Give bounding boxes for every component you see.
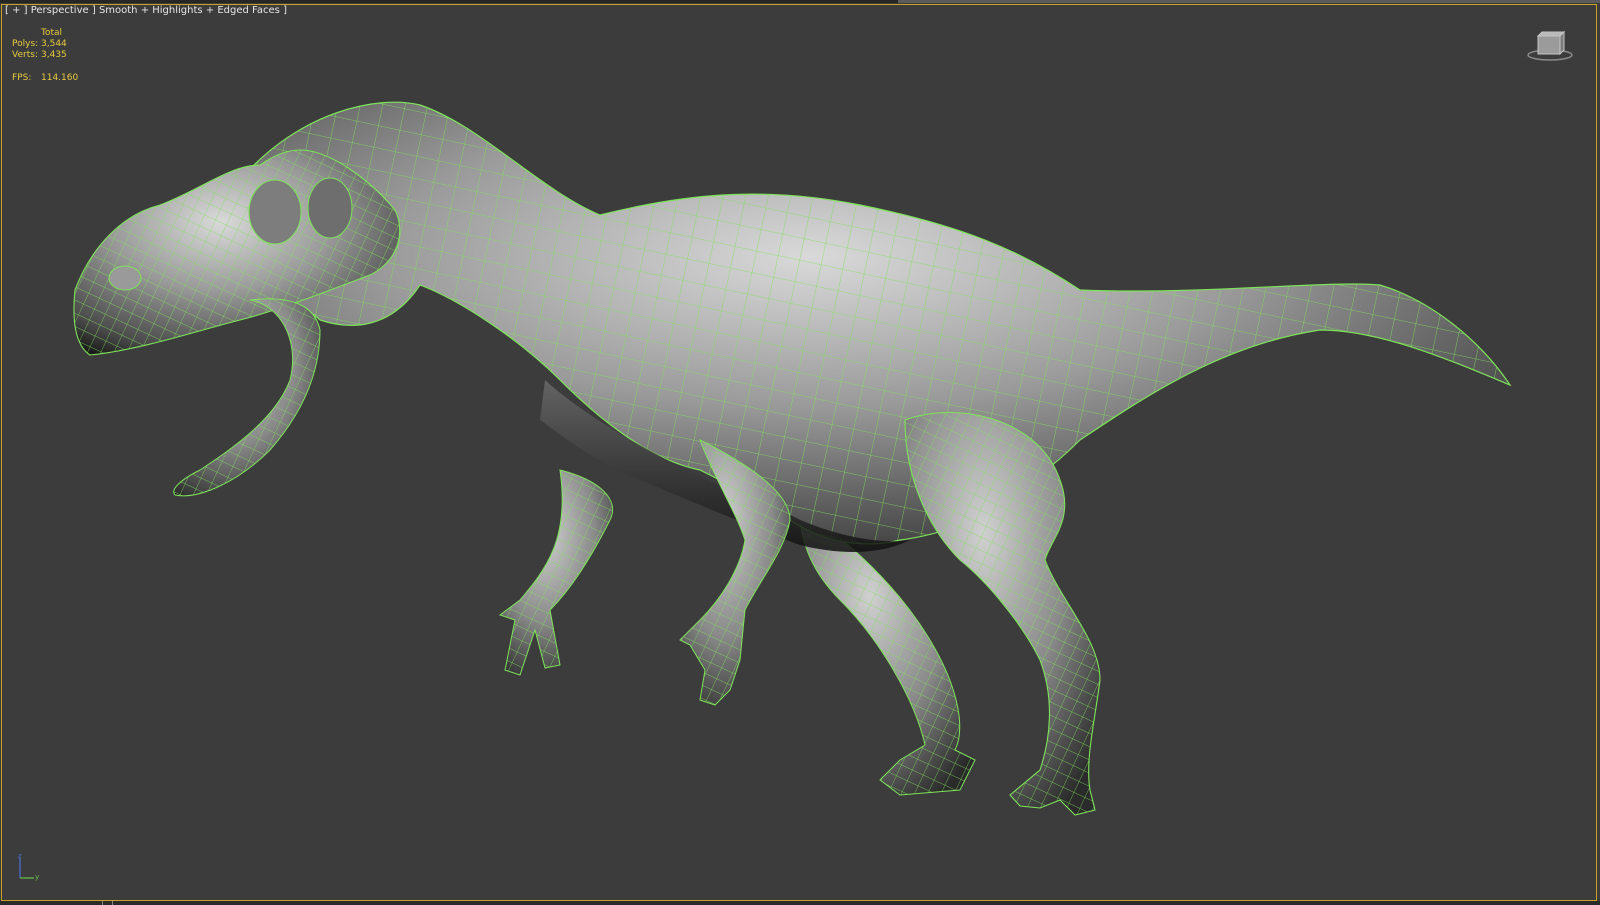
far-hind-leg [799, 509, 976, 796]
dinosaur-body [239, 101, 1512, 552]
dinosaur-mesh[interactable] [0, 0, 1600, 905]
stat-polys-value: 3,544 [41, 39, 67, 49]
viewcube-icon[interactable] [1527, 28, 1573, 62]
stat-fps-label: FPS: [12, 73, 32, 83]
stat-fps-value: 114.160 [41, 73, 79, 83]
bottom-divider-tick [112, 901, 113, 905]
viewport-label-menu: [ + ] Perspective ] Smooth + Highlights … [5, 5, 287, 17]
viewport-label-separator: ] [91, 5, 96, 16]
stat-verts-value: 3,435 [41, 50, 67, 60]
viewport-label-close: ] [283, 5, 287, 16]
axis-y-label: y [35, 873, 39, 881]
viewport-shading-menu[interactable]: Smooth + Highlights + Edged Faces [99, 5, 280, 16]
stat-polys-label: Polys: [12, 39, 39, 49]
viewport-general-menu[interactable]: [ + ] [5, 5, 28, 16]
axis-tripod-icon: z y [18, 852, 39, 881]
bottom-divider-tick [102, 901, 103, 905]
axis-z-label: z [18, 852, 22, 860]
far-arm [498, 469, 613, 676]
stats-header: Total [41, 28, 63, 38]
bottom-divider [0, 901, 1600, 905]
viewport-point-of-view-menu[interactable]: Perspective [31, 5, 89, 16]
stat-verts-label: Verts: [12, 50, 38, 60]
